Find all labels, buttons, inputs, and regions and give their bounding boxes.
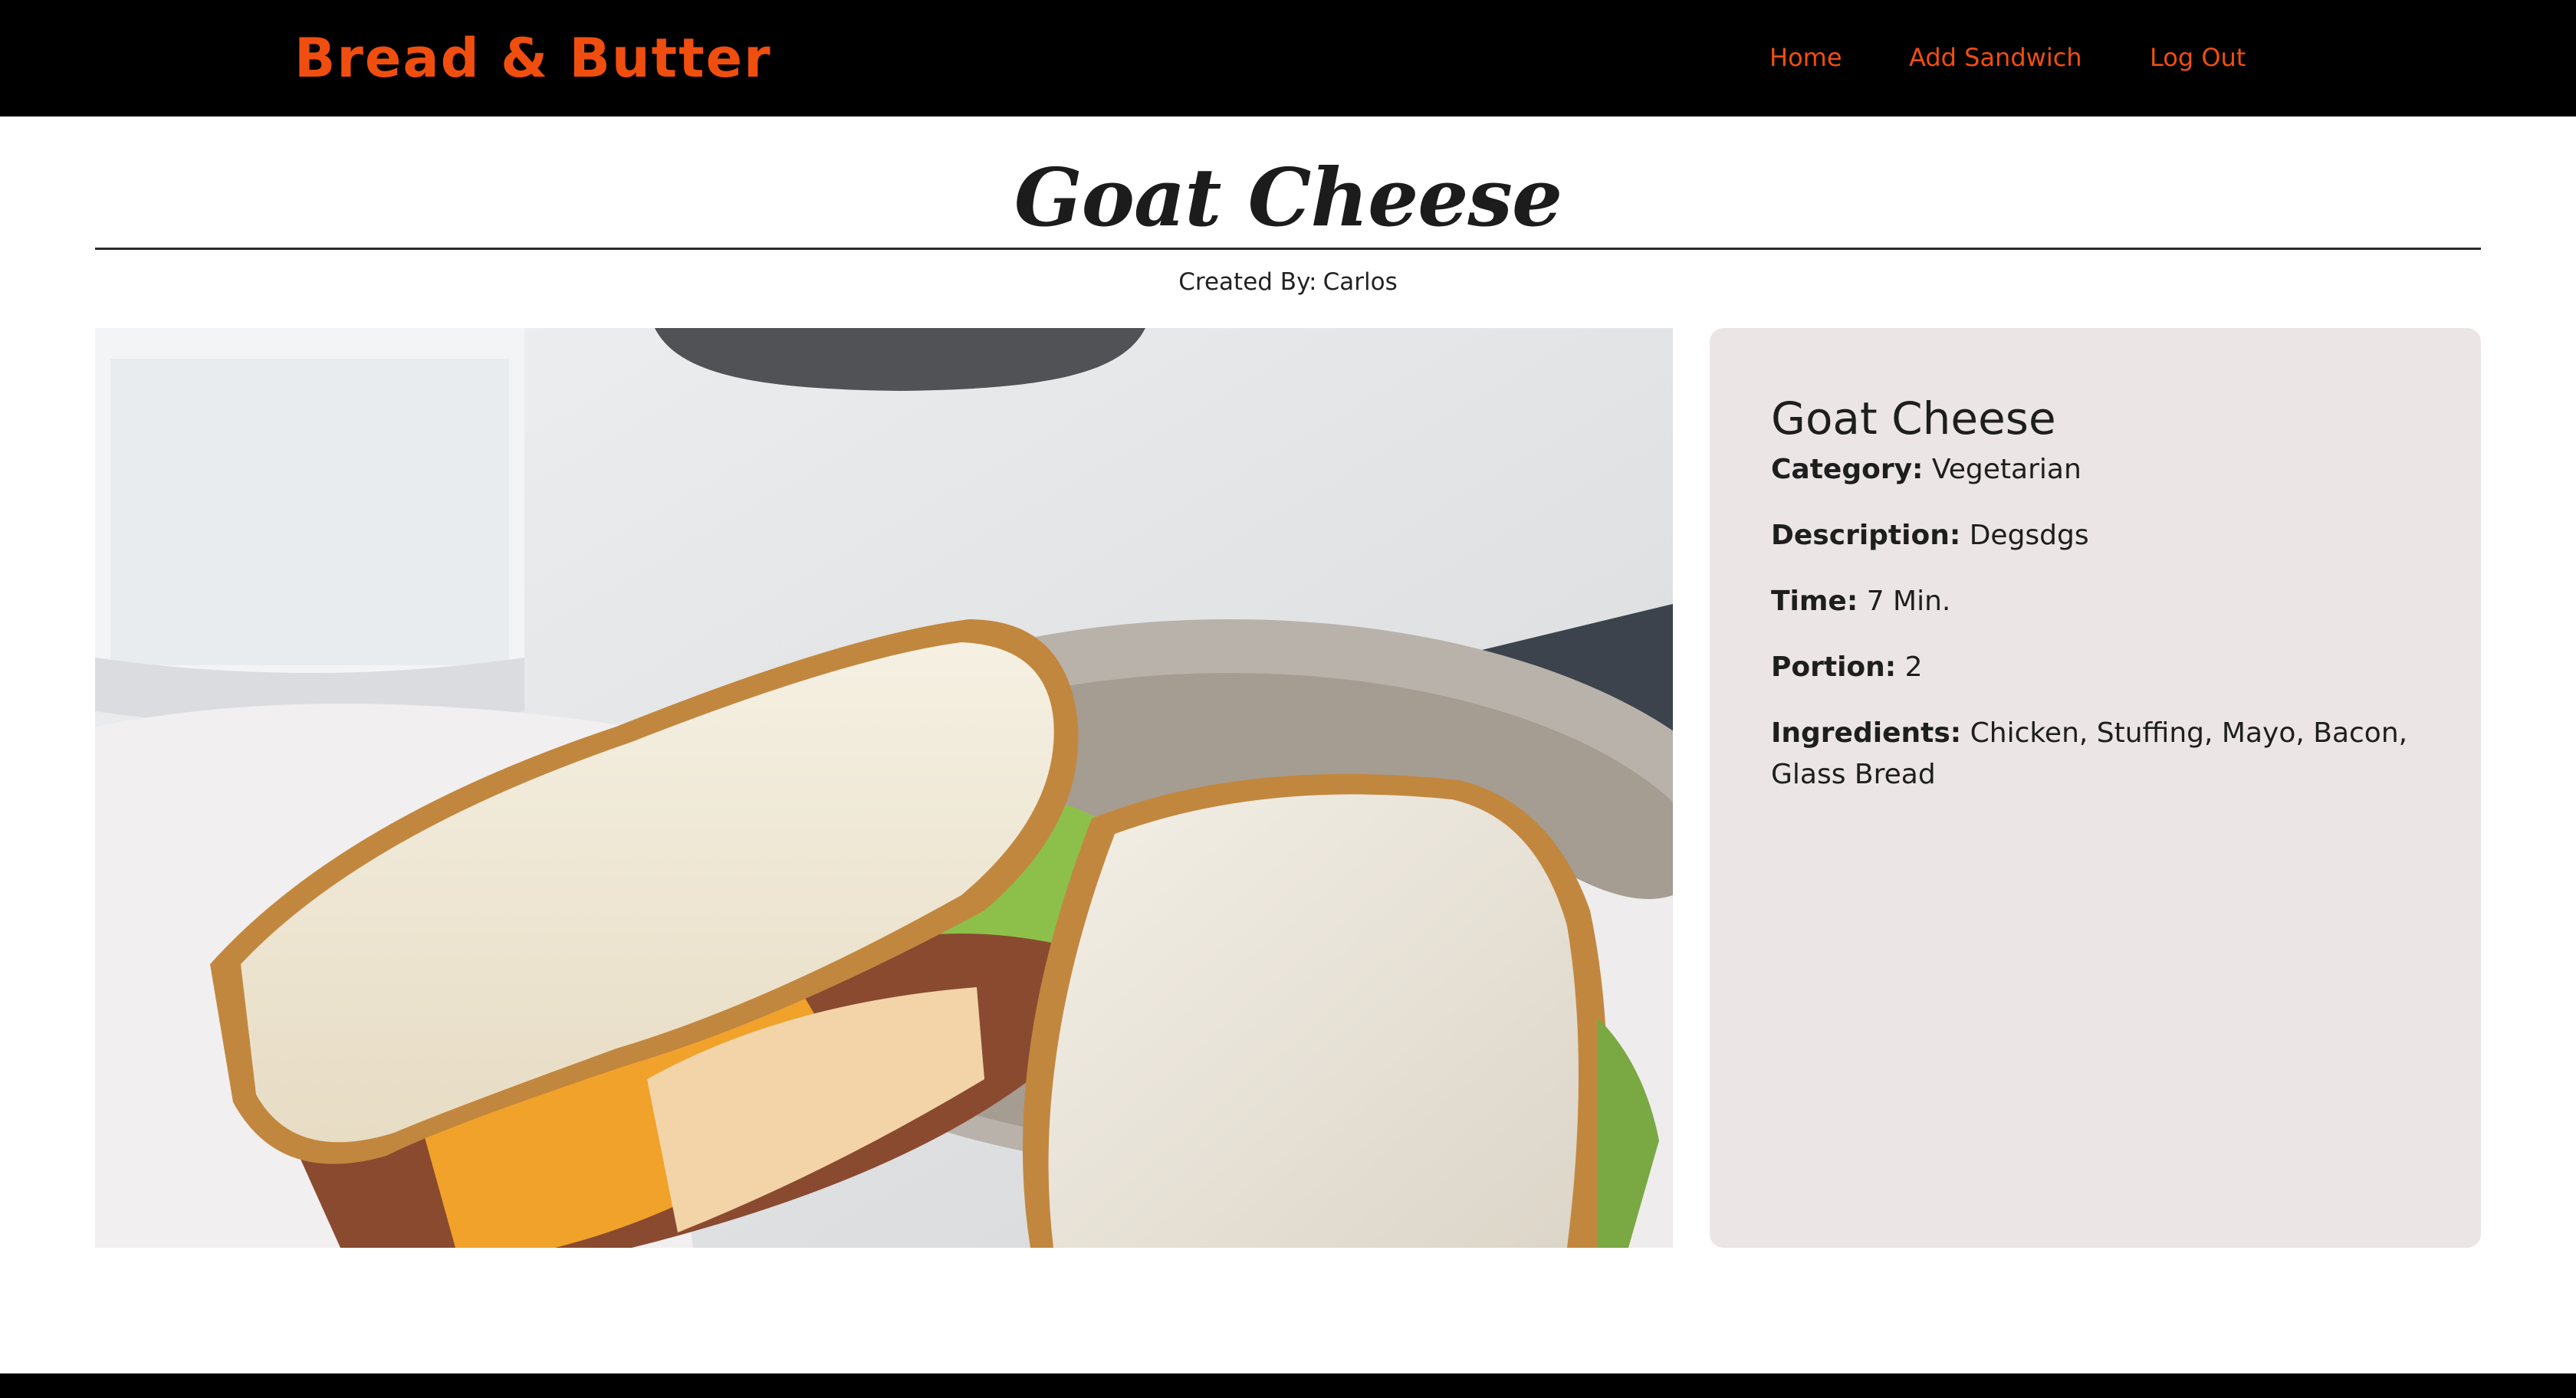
nav-log-out-link[interactable]: Log Out (2150, 38, 2246, 77)
brand-logo-link[interactable]: Bread & Butter (294, 21, 772, 95)
detail-ingredients: Ingredients: Chicken, Stuffing, Mayo, Ba… (1771, 713, 2420, 796)
card-title: Goat Cheese (1771, 392, 2056, 445)
page: Bread & Butter Home Add Sandwich Log Out… (0, 0, 2576, 1398)
description-label: Description: (1771, 520, 1961, 551)
page-title: Goat Cheese (1014, 150, 1562, 244)
nav-home-link[interactable]: Home (1769, 38, 1842, 77)
detail-time: Time: 7 Min. (1771, 581, 2420, 622)
category-label: Category: (1771, 454, 1924, 485)
title-divider (95, 248, 2481, 250)
navbar: Bread & Butter Home Add Sandwich Log Out (0, 0, 2576, 116)
detail-portion: Portion: 2 (1771, 647, 2420, 688)
created-by-label: Created By: (1178, 268, 1317, 296)
sandwich-photo (95, 328, 1673, 1248)
detail-category: Category: Vegetarian (1771, 449, 2420, 491)
portion-value: 2 (1904, 651, 1923, 683)
description-value: Degsdgs (1969, 520, 2089, 551)
category-value: Vegetarian (1931, 454, 2082, 485)
created-by-name: Carlos (1322, 268, 1398, 296)
sandwich-photo-illustration (95, 328, 1673, 1248)
footer-bar (0, 1373, 2576, 1398)
sandwich-details-card: Goat Cheese Category: Vegetarian Descrip… (1710, 328, 2481, 1248)
nav-add-sandwich-link[interactable]: Add Sandwich (1909, 38, 2082, 77)
created-by-line: Created By: Carlos (0, 265, 2576, 299)
time-label: Time: (1771, 586, 1858, 617)
ingredients-label: Ingredients: (1771, 717, 1962, 749)
portion-label: Portion: (1771, 651, 1897, 683)
time-value: 7 Min. (1866, 586, 1951, 617)
detail-description: Description: Degsdgs (1771, 515, 2420, 556)
